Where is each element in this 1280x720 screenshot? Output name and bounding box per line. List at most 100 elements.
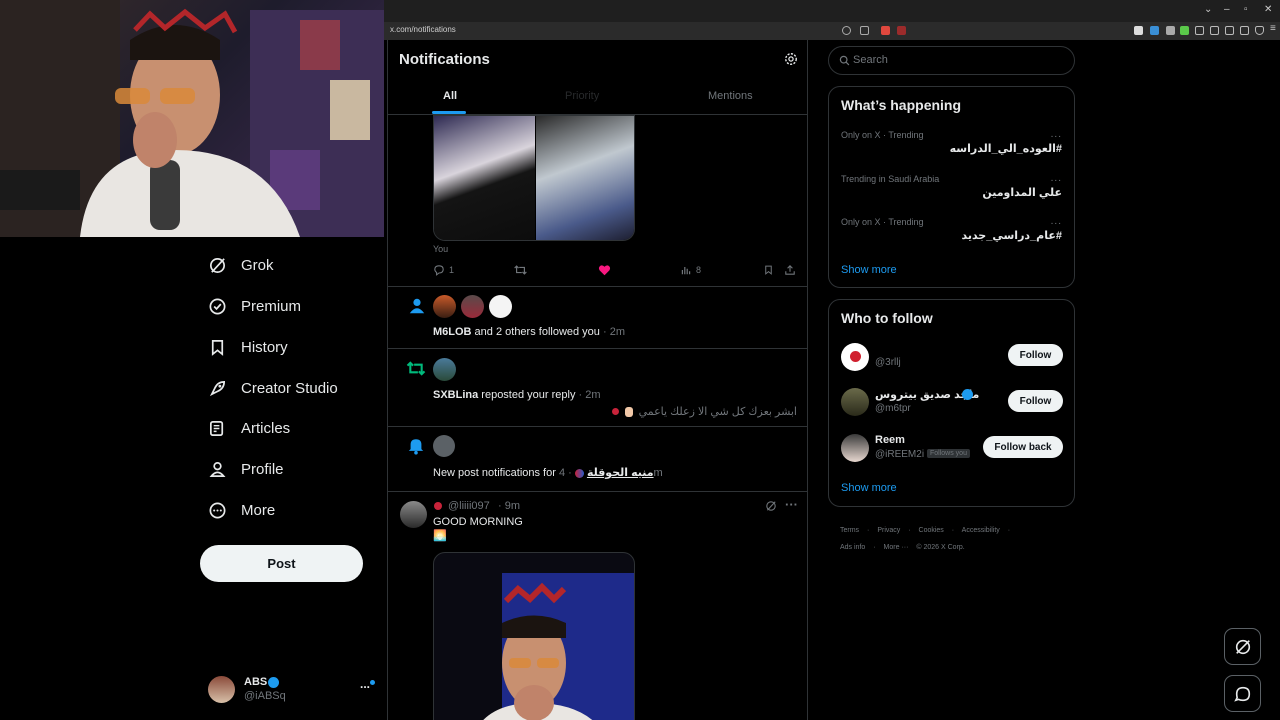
more-options-icon[interactable]: ...: [1051, 216, 1062, 227]
footer-link-accessibility[interactable]: Accessibility: [962, 527, 1000, 534]
chevron-down-icon[interactable]: ⌄: [1204, 4, 1212, 15]
bookmark-icon[interactable]: [763, 264, 774, 276]
messages-fab-button[interactable]: [1224, 675, 1261, 712]
cast-icon[interactable]: [860, 26, 869, 35]
user-link[interactable]: SXBLina: [433, 389, 478, 401]
url-text[interactable]: x.com/notifications: [390, 25, 456, 34]
account-switcher[interactable]: ABS @iABSq ...: [208, 675, 378, 707]
vpn-shield-icon[interactable]: [1255, 26, 1264, 35]
nav-label: More: [241, 501, 276, 519]
gear-icon[interactable]: [784, 52, 798, 66]
post-time[interactable]: · 9m: [498, 500, 520, 512]
user-link[interactable]: منيه الحوقلة: [587, 467, 654, 479]
rewards-icon[interactable]: [897, 26, 906, 35]
avatar[interactable]: [433, 435, 455, 457]
address-bar[interactable]: x.com/notifications ≡: [384, 22, 1280, 40]
repost-notification[interactable]: SXBLina reposted your reply · 2m ابشر بع…: [388, 349, 807, 427]
user-handle[interactable]: @iREEM2i: [875, 449, 924, 460]
wallet-icon[interactable]: [1240, 26, 1249, 35]
nav-label: Creator Studio: [241, 379, 338, 397]
search-input[interactable]: Search: [853, 54, 888, 66]
avatar[interactable]: [841, 343, 869, 371]
panel-title: What’s happening: [841, 97, 962, 113]
follow-back-button[interactable]: Follow back: [983, 436, 1063, 458]
trend-name[interactable]: #عام_دراسي_جديد: [961, 229, 1062, 242]
more-options-icon[interactable]: ···: [785, 497, 798, 512]
more-options-icon[interactable]: ...: [360, 677, 370, 691]
more-options-icon[interactable]: ...: [1051, 129, 1062, 140]
share-icon[interactable]: [784, 264, 796, 276]
avatar[interactable]: [400, 501, 427, 528]
chat-bubble-icon: [1233, 686, 1250, 702]
show-more-link[interactable]: Show more: [841, 482, 897, 494]
media-image[interactable]: [536, 116, 634, 240]
post-handle[interactable]: @liiii097: [448, 500, 490, 512]
post-media-grid[interactable]: [433, 115, 635, 241]
sidebar-icon[interactable]: [1210, 26, 1219, 35]
follow-notification[interactable]: M6LOB and 2 others followed you · 2m: [388, 287, 807, 349]
show-more-link[interactable]: Show more: [841, 264, 897, 276]
more-options-icon[interactable]: ...: [1051, 173, 1062, 184]
media-image[interactable]: [434, 116, 535, 240]
footer-link-terms[interactable]: Terms: [840, 527, 859, 534]
separator: ·: [867, 527, 870, 534]
nav-item-articles[interactable]: Articles: [208, 416, 290, 440]
nav-item-grok[interactable]: Grok: [208, 253, 274, 277]
menu-icon[interactable]: ≡: [1270, 23, 1276, 34]
footer-links: Terms · Privacy · Cookies · Accessibilit…: [840, 522, 1075, 556]
puzzle-icon[interactable]: [1195, 26, 1204, 35]
close-icon[interactable]: ✕: [1264, 4, 1272, 15]
nav-item-history[interactable]: History: [208, 335, 288, 359]
grok-icon[interactable]: [765, 500, 777, 512]
notifications-header: Notifications All Priority Mentions: [388, 40, 807, 115]
minimize-icon[interactable]: –: [1224, 4, 1230, 15]
avatar[interactable]: [461, 295, 484, 318]
avatar[interactable]: [841, 388, 869, 416]
user-handle[interactable]: @3rllj: [875, 357, 901, 368]
extension-icon[interactable]: [1180, 26, 1189, 35]
nav-item-more[interactable]: More: [208, 498, 275, 522]
avatar[interactable]: [841, 434, 869, 462]
like-icon[interactable]: [598, 264, 611, 276]
post[interactable]: @liiii097 · 9m ··· GOOD MORNING 🌅: [388, 492, 807, 720]
trend-name[interactable]: علي المداومين: [982, 186, 1062, 199]
nav-item-creator-studio[interactable]: Creator Studio: [208, 376, 338, 400]
avatar[interactable]: [433, 358, 456, 381]
repost-icon[interactable]: [514, 264, 527, 276]
tab-all[interactable]: All: [443, 90, 457, 102]
tab-mentions[interactable]: Mentions: [708, 90, 753, 102]
own-post[interactable]: You 1 8: [388, 115, 807, 287]
avatar[interactable]: [433, 295, 456, 318]
quoted-reply[interactable]: ابشر بعزك كل شي الا زعلك ياعمي: [611, 405, 797, 418]
follow-button[interactable]: Follow: [1008, 344, 1063, 366]
avatar[interactable]: [489, 295, 512, 318]
notification-text: New post notifications for منيه الحوقلة …: [433, 466, 663, 479]
follow-button[interactable]: Follow: [1008, 390, 1063, 412]
extension-icon[interactable]: [1166, 26, 1175, 35]
nav-item-premium[interactable]: Premium: [208, 294, 301, 318]
brave-shield-icon[interactable]: [881, 26, 890, 35]
maximize-icon[interactable]: ▫: [1244, 4, 1248, 15]
grok-fab-button[interactable]: [1224, 628, 1261, 665]
post-button[interactable]: Post: [200, 545, 363, 582]
views-action[interactable]: 8: [680, 264, 701, 276]
profile-icon[interactable]: [1225, 26, 1234, 35]
footer-link-privacy[interactable]: Privacy: [877, 527, 900, 534]
new-post-notification[interactable]: New post notifications for منيه الحوقلة …: [388, 427, 807, 492]
footer-link-cookies[interactable]: Cookies: [919, 527, 944, 534]
user-link[interactable]: M6LOB: [433, 326, 472, 338]
user-name[interactable]: Reem: [875, 434, 905, 446]
zoom-icon[interactable]: [842, 26, 851, 35]
post-media[interactable]: [433, 552, 635, 720]
tab-priority[interactable]: Priority: [565, 90, 599, 102]
reply-action[interactable]: 1: [433, 264, 454, 276]
articles-icon: [209, 420, 224, 436]
extension-icon[interactable]: [1134, 26, 1143, 35]
search-box[interactable]: Search: [828, 46, 1075, 75]
extension-icon[interactable]: [1150, 26, 1159, 35]
nav-item-profile[interactable]: Profile: [208, 457, 284, 481]
trend-name[interactable]: #العوده_الي_الدراسه: [950, 142, 1062, 155]
user-handle[interactable]: @m6tpr: [875, 403, 911, 414]
footer-link-ads-info[interactable]: Ads info: [840, 544, 865, 551]
footer-link-more[interactable]: More ···: [884, 544, 909, 551]
